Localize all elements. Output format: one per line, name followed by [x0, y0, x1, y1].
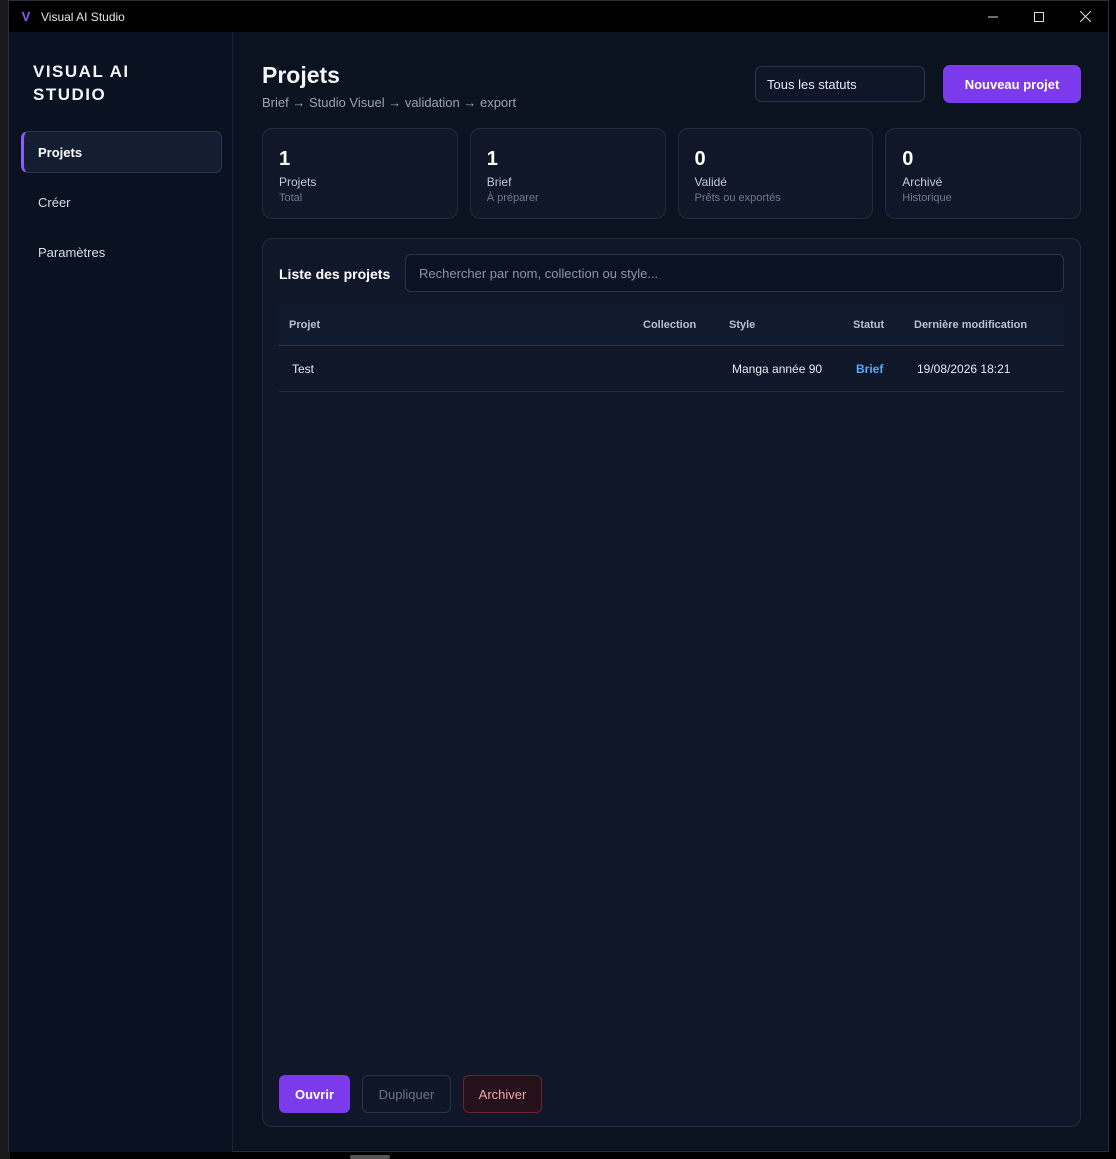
- stat-value: 1: [486, 148, 498, 170]
- status-badge: Brief: [856, 361, 884, 376]
- page-title: Projets: [262, 62, 340, 88]
- page-subtitle: Brief → Studio Visuel → validation → exp…: [262, 95, 517, 110]
- window-controls: [970, 1, 1108, 32]
- stat-value: 1: [279, 148, 291, 170]
- stat-card-projets: 1 Projets Total: [262, 128, 458, 219]
- app-logo-icon: V: [21, 9, 31, 24]
- stat-card-brief: 1 Brief À préparer: [469, 128, 666, 219]
- horizontal-scrollbar[interactable]: [350, 1155, 390, 1159]
- status-filter-select[interactable]: Tous les statuts: [755, 66, 925, 102]
- projects-table: Projet Collection Style Statut Dernière …: [279, 304, 1064, 392]
- cell-project: Test: [292, 361, 315, 376]
- projects-panel: Liste des projets Projet Collection Styl…: [262, 238, 1081, 1127]
- sidebar-item-creer[interactable]: Créer: [21, 181, 222, 223]
- close-icon: [1079, 11, 1091, 22]
- stat-value: 0: [902, 148, 914, 170]
- maximize-icon: [1034, 11, 1044, 22]
- cell-style: Manga année 90: [732, 361, 823, 376]
- brand-logo: VISUAL AI STUDIO: [33, 62, 130, 104]
- app-window: V Visual AI Studio VISUAL AI STUDIO Proj…: [8, 0, 1109, 1152]
- cell-modified: 19/08/2026 18:21: [917, 361, 1011, 376]
- sidebar: VISUAL AI STUDIO Projets Créer Paramètre…: [9, 32, 233, 1152]
- title-bar: V Visual AI Studio: [9, 1, 1108, 32]
- open-button[interactable]: Ouvrir: [279, 1075, 350, 1113]
- new-project-button[interactable]: Nouveau projet: [943, 65, 1081, 103]
- stat-hint: Total: [279, 192, 303, 204]
- minimize-icon: [988, 16, 998, 17]
- maximize-button[interactable]: [1016, 1, 1062, 32]
- table-header: Projet Collection Style Statut Dernière …: [279, 304, 1064, 346]
- column-header-projet[interactable]: Projet: [289, 319, 320, 331]
- window-title: Visual AI Studio: [41, 9, 125, 24]
- column-header-modification[interactable]: Dernière modification: [914, 319, 1027, 331]
- action-bar: Ouvrir Dupliquer Archiver: [279, 1075, 542, 1113]
- column-header-style[interactable]: Style: [729, 319, 755, 331]
- stat-label: Archivé: [902, 175, 943, 189]
- panel-title: Liste des projets: [279, 266, 391, 282]
- column-header-statut[interactable]: Statut: [853, 319, 884, 331]
- minimize-button[interactable]: [970, 1, 1016, 32]
- sidebar-item-projets[interactable]: Projets: [21, 131, 222, 173]
- sidebar-item-parametres[interactable]: Paramètres: [21, 231, 222, 273]
- sidebar-nav: Projets Créer Paramètres: [21, 131, 222, 281]
- stat-value: 0: [694, 148, 706, 170]
- stat-card-archive: 0 Archivé Historique: [885, 128, 1081, 219]
- stat-hint: Historique: [902, 192, 952, 204]
- stats-row: 1 Projets Total 1 Brief À préparer 0 Val…: [262, 128, 1081, 219]
- column-header-collection[interactable]: Collection: [643, 319, 696, 331]
- stat-label: Brief: [486, 175, 512, 189]
- duplicate-button[interactable]: Dupliquer: [362, 1075, 451, 1113]
- table-row[interactable]: Test Manga année 90 Brief 19/08/2026 18:…: [279, 346, 1064, 392]
- stat-hint: Prêts ou exportés: [694, 192, 781, 204]
- close-button[interactable]: [1062, 1, 1108, 32]
- main-content: Projets Brief → Studio Visuel → validati…: [261, 32, 1081, 1142]
- search-input[interactable]: [405, 254, 1064, 292]
- archive-button[interactable]: Archiver: [463, 1075, 542, 1113]
- stat-card-valide: 0 Validé Prêts ou exportés: [677, 128, 874, 219]
- stat-hint: À préparer: [486, 192, 539, 204]
- stat-label: Validé: [694, 175, 727, 189]
- stat-label: Projets: [279, 175, 317, 189]
